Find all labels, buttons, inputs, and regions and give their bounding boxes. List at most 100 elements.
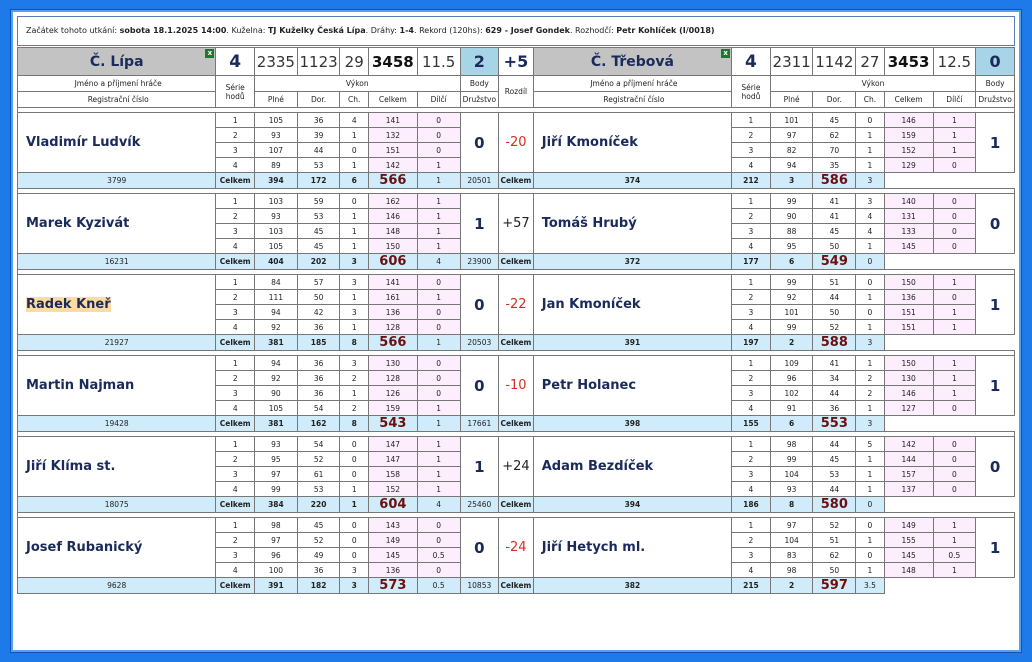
total-dilci: 4 xyxy=(416,496,461,513)
celkem-value: 152 xyxy=(367,481,418,497)
dilci-value: 1 xyxy=(932,112,977,128)
home-player-points: 0 xyxy=(459,112,500,173)
plne-value: 104 xyxy=(769,466,814,482)
away-player-name[interactable]: Adam Bezdíček xyxy=(532,436,733,497)
player-name-text: Jiří Klíma st. xyxy=(26,459,116,474)
total-plne: 372 xyxy=(532,253,733,270)
home-player-name[interactable]: Vladimír Ludvík xyxy=(16,112,217,173)
plne-value: 82 xyxy=(769,142,814,158)
dilci-value: 1 xyxy=(416,481,461,497)
dor-value: 36 xyxy=(296,562,341,578)
away-team-dilci: 12.5 xyxy=(932,47,977,76)
col-performance-header: Výkon xyxy=(254,75,461,92)
col-dor-header: Dor. xyxy=(812,91,857,108)
player-name-text: Tomáš Hrubý xyxy=(541,216,637,231)
plne-value: 100 xyxy=(254,562,298,578)
away-player-points: 1 xyxy=(975,517,1015,578)
series-number: 4 xyxy=(215,400,256,416)
dor-value: 52 xyxy=(812,319,857,335)
excel-icon[interactable]: x xyxy=(721,49,731,58)
ch-value: 0 xyxy=(855,304,885,320)
dor-value: 49 xyxy=(296,547,341,563)
total-plne: 398 xyxy=(532,415,733,432)
series-number: 4 xyxy=(731,157,771,173)
ch-value: 1 xyxy=(855,532,885,548)
series-number: 2 xyxy=(731,289,771,305)
plne-value: 94 xyxy=(254,355,298,371)
series-number: 4 xyxy=(731,481,771,497)
excel-icon[interactable]: x xyxy=(205,49,215,58)
total-plne: 394 xyxy=(254,172,298,189)
total-celkem: 566 xyxy=(367,334,418,351)
registration-number: 25460 xyxy=(459,496,500,513)
home-player-points: 0 xyxy=(459,355,500,416)
celkem-value: 144 xyxy=(883,451,934,467)
total-plne: 381 xyxy=(254,415,298,432)
away-player-name[interactable]: Tomáš Hrubý xyxy=(532,193,733,254)
ch-value: 3 xyxy=(339,304,369,320)
total-dor: 185 xyxy=(296,334,341,351)
ch-value: 4 xyxy=(339,112,369,128)
away-team-body: 0 xyxy=(975,47,1015,76)
series-number: 4 xyxy=(731,319,771,335)
dilci-value: 0 xyxy=(416,370,461,386)
total-dor: 162 xyxy=(296,415,341,432)
player-total-row: 18075 Celkem 384 220 1 604 4 25460 Celkem 394 186 8… xyxy=(16,496,1015,513)
dilci-value: 1 xyxy=(932,274,977,290)
plne-value: 94 xyxy=(769,157,814,173)
ch-value: 1 xyxy=(339,319,369,335)
registration-number: 17661 xyxy=(459,415,500,432)
dilci-value: 0 xyxy=(932,223,977,239)
home-player-name[interactable]: Marek Kyzivát xyxy=(16,193,217,254)
dilci-value: 1 xyxy=(416,289,461,305)
ch-value: 1 xyxy=(855,142,885,158)
dor-value: 44 xyxy=(812,436,857,452)
ch-value: 1 xyxy=(855,127,885,143)
ch-value: 0 xyxy=(855,517,885,533)
away-player-points: 0 xyxy=(975,193,1015,254)
home-player-name[interactable]: Radek Kneř xyxy=(16,274,217,335)
plne-value: 98 xyxy=(254,517,298,533)
home-team-name[interactable]: Č. Lípa x xyxy=(16,47,217,76)
dor-value: 42 xyxy=(296,304,341,320)
home-player-name[interactable]: Jiří Klíma st. xyxy=(16,436,217,497)
series-number: 1 xyxy=(731,274,771,290)
plne-value: 94 xyxy=(254,304,298,320)
home-player-name[interactable]: Martin Najman xyxy=(16,355,217,416)
away-team-name[interactable]: Č. Třebová x xyxy=(532,47,733,76)
away-player-name[interactable]: Jiří Hetych ml. xyxy=(532,517,733,578)
ch-value: 1 xyxy=(855,319,885,335)
away-player-name[interactable]: Jan Kmoníček xyxy=(532,274,733,335)
plne-value: 89 xyxy=(254,157,298,173)
celkem-value: 136 xyxy=(367,304,418,320)
total-celkem: 580 xyxy=(812,496,857,513)
series-row: Radek Kneř 1 84 57 3 141 0 0 -22 Jan Kmoníček 1 99 5… xyxy=(16,274,1015,335)
series-number: 4 xyxy=(215,238,256,254)
away-player-name[interactable]: Jiří Kmoníček xyxy=(532,112,733,173)
total-plne: 384 xyxy=(254,496,298,513)
dor-value: 62 xyxy=(812,547,857,563)
plne-value: 90 xyxy=(254,385,298,401)
celkem-value: 136 xyxy=(883,289,934,305)
player-difference: -24 xyxy=(498,517,534,578)
plne-value: 99 xyxy=(769,274,814,290)
series-number: 1 xyxy=(731,517,771,533)
dor-value: 50 xyxy=(812,304,857,320)
plne-value: 107 xyxy=(254,142,298,158)
col-points-header: Body xyxy=(459,75,500,92)
player-name-text: Adam Bezdíček xyxy=(541,459,654,474)
ch-value: 0 xyxy=(339,436,369,452)
total-celkem: 586 xyxy=(812,172,857,189)
series-number: 1 xyxy=(731,436,771,452)
celkem-value: 155 xyxy=(883,532,934,548)
plne-value: 104 xyxy=(769,532,814,548)
series-number: 1 xyxy=(215,193,256,209)
total-label: Celkem xyxy=(215,415,256,432)
plne-value: 92 xyxy=(254,319,298,335)
celkem-value: 152 xyxy=(883,142,934,158)
away-player-name[interactable]: Petr Holanec xyxy=(532,355,733,416)
home-player-points: 1 xyxy=(459,193,500,254)
ch-value: 4 xyxy=(855,223,885,239)
total-dor: 155 xyxy=(731,415,771,432)
home-player-name[interactable]: Josef Rubanický xyxy=(16,517,217,578)
